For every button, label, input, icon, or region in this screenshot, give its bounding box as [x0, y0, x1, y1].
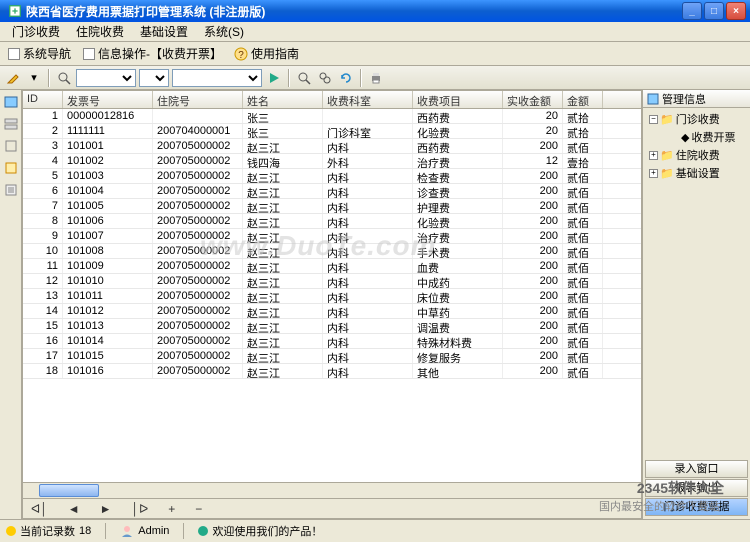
minimize-button[interactable]: _: [682, 2, 702, 20]
tree-billing[interactable]: 收费开票: [691, 129, 735, 145]
side-btn-2[interactable]: [3, 116, 19, 132]
side-btn-4[interactable]: [3, 160, 19, 176]
filter-select-3[interactable]: [172, 69, 262, 87]
current-user: Admin: [138, 525, 169, 537]
h-scrollbar[interactable]: [23, 482, 641, 498]
expand-icon[interactable]: +: [649, 169, 658, 178]
filter-icon[interactable]: [316, 69, 334, 87]
expand-icon[interactable]: +: [649, 151, 658, 160]
table-row[interactable]: 21111111200704000001张三门诊科室化验费20贰拾: [23, 124, 641, 139]
nav-last[interactable]: │ᐅ: [132, 502, 149, 516]
record-count-label: 当前记录数: [20, 523, 75, 539]
filter-select-1[interactable]: [76, 69, 136, 87]
app-icon: [8, 4, 22, 18]
record-count: 18: [79, 525, 91, 537]
table-row[interactable]: 15101013200705000002赵三江内科调温费200贰佰: [23, 319, 641, 334]
refresh-icon[interactable]: [337, 69, 355, 87]
dropdown-icon[interactable]: ▾: [25, 69, 43, 87]
col-name[interactable]: 姓名: [243, 91, 323, 108]
table-row[interactable]: 16101014200705000002赵三江内科特殊材料费200贰佰: [23, 334, 641, 349]
col-item[interactable]: 收费项目: [413, 91, 503, 108]
info-operation[interactable]: 信息操作-【收费开票】: [79, 44, 226, 63]
guide-button[interactable]: ? 使用指南: [230, 44, 303, 63]
menu-system[interactable]: 系统(S): [196, 21, 252, 42]
grid-header: ID 发票号 住院号 姓名 收费科室 收费项目 实收金额 金额: [23, 91, 641, 109]
watermark-foot: 国内最安全的软件下载站: [599, 498, 720, 514]
edit-icon[interactable]: [4, 69, 22, 87]
nav-prev[interactable]: ◄: [68, 502, 80, 516]
tree-inpatient[interactable]: 住院收费: [676, 147, 720, 163]
side-btn-1[interactable]: [3, 94, 19, 110]
search1-icon[interactable]: [55, 69, 73, 87]
table-row[interactable]: 6101004200705000002赵三江内科诊查费200贰佰: [23, 184, 641, 199]
expand-icon[interactable]: −: [649, 115, 658, 124]
user-icon: [120, 524, 134, 538]
right-panel: 管理信息 −📁门诊收费 ◆收费开票 +📁住院收费 +📁基础设置 录入窗口 报表输…: [642, 90, 750, 519]
col-hospital[interactable]: 住院号: [153, 91, 243, 108]
table-row[interactable]: 13101011200705000002赵三江内科床位费200贰佰: [23, 289, 641, 304]
print-icon[interactable]: [367, 69, 385, 87]
side-btn-3[interactable]: [3, 138, 19, 154]
table-row[interactable]: 9101007200705000002赵三江内科治疗费200贰佰: [23, 229, 641, 244]
table-row[interactable]: 7101005200705000002赵三江内科护理费200贰佰: [23, 199, 641, 214]
table-row[interactable]: 3101001200705000002赵三江内科西药费200贰佰: [23, 139, 641, 154]
col-invoice[interactable]: 发票号: [63, 91, 153, 108]
svg-text:?: ?: [238, 50, 244, 61]
window-title: 陕西省医疗费用票据打印管理系统 (非注册版): [26, 3, 265, 20]
table-row[interactable]: 4101002200705000002钱四海外科治疗费12壹拾: [23, 154, 641, 169]
folder-icon: 📁: [660, 167, 674, 180]
doc-icon: ◆: [681, 131, 689, 144]
record-navigator: ᐊ│ ◄ ► │ᐅ + −: [23, 498, 641, 518]
menubar: 门诊收费 住院收费 基础设置 系统(S): [0, 22, 750, 42]
book-icon: [647, 93, 659, 105]
table-row[interactable]: 18101016200705000002赵三江内科其他200贰佰: [23, 364, 641, 379]
folder-icon: 📁: [660, 113, 674, 126]
run-icon[interactable]: [265, 69, 283, 87]
help-icon: ?: [234, 47, 248, 61]
nav-first[interactable]: ᐊ│: [31, 502, 48, 516]
menu-inpatient[interactable]: 住院收费: [68, 21, 132, 42]
filter-select-2[interactable]: [139, 69, 169, 87]
watermark-brand: 2345软件大全: [637, 478, 724, 498]
table-row[interactable]: 17101015200705000002赵三江内科修复服务200贰佰: [23, 349, 641, 364]
toolbar-info: 系统导航 信息操作-【收费开票】 ? 使用指南: [0, 42, 750, 66]
grid-body[interactable]: 100000012816张三西药费20贰拾2111111120070400000…: [23, 109, 641, 482]
tree-outpatient[interactable]: 门诊收费: [676, 111, 720, 127]
status-dot-icon: [198, 526, 208, 536]
col-id[interactable]: ID: [23, 91, 63, 108]
maximize-button[interactable]: □: [704, 2, 724, 20]
side-btn-5[interactable]: [3, 182, 19, 198]
btn-input-window[interactable]: 录入窗口: [645, 460, 748, 478]
table-row[interactable]: 10101008200705000002赵三江内科手术费200贰佰: [23, 244, 641, 259]
col-amount[interactable]: 实收金额: [503, 91, 563, 108]
data-grid: ID 发票号 住院号 姓名 收费科室 收费项目 实收金额 金额 10000001…: [22, 90, 642, 519]
toolbar-actions: ▾: [0, 66, 750, 90]
folder-icon: 📁: [660, 149, 674, 162]
table-row[interactable]: 14101012200705000002赵三江内科中草药200贰佰: [23, 304, 641, 319]
tree-settings[interactable]: 基础设置: [676, 165, 720, 181]
menu-outpatient[interactable]: 门诊收费: [4, 21, 68, 42]
titlebar: 陕西省医疗费用票据打印管理系统 (非注册版) _ □ ×: [0, 0, 750, 22]
nav-next[interactable]: ►: [100, 502, 112, 516]
table-row[interactable]: 100000012816张三西药费20贰拾: [23, 109, 641, 124]
table-row[interactable]: 8101006200705000002赵三江内科化验费200贰佰: [23, 214, 641, 229]
table-row[interactable]: 12101010200705000002赵三江内科中成药200贰佰: [23, 274, 641, 289]
statusbar: 当前记录数 18 Admin 欢迎使用我们的产品！: [0, 519, 750, 541]
col-dept[interactable]: 收费科室: [323, 91, 413, 108]
table-row[interactable]: 5101003200705000002赵三江内科检查费200贰佰: [23, 169, 641, 184]
find-icon[interactable]: [295, 69, 313, 87]
tree-header: 管理信息: [643, 90, 750, 108]
table-row[interactable]: 11101009200705000002赵三江内科血费200贰佰: [23, 259, 641, 274]
nav-del[interactable]: −: [195, 502, 202, 516]
side-toolbar: [0, 90, 22, 519]
close-button[interactable]: ×: [726, 2, 746, 20]
tree-view[interactable]: −📁门诊收费 ◆收费开票 +📁住院收费 +📁基础设置: [643, 108, 750, 458]
welcome-text: 欢迎使用我们的产品！: [212, 523, 322, 539]
status-dot-icon: [6, 526, 16, 536]
nav-button[interactable]: 系统导航: [4, 44, 75, 63]
menu-settings[interactable]: 基础设置: [132, 21, 196, 42]
col-amount-cn[interactable]: 金额: [563, 91, 603, 108]
nav-add[interactable]: +: [168, 502, 175, 516]
